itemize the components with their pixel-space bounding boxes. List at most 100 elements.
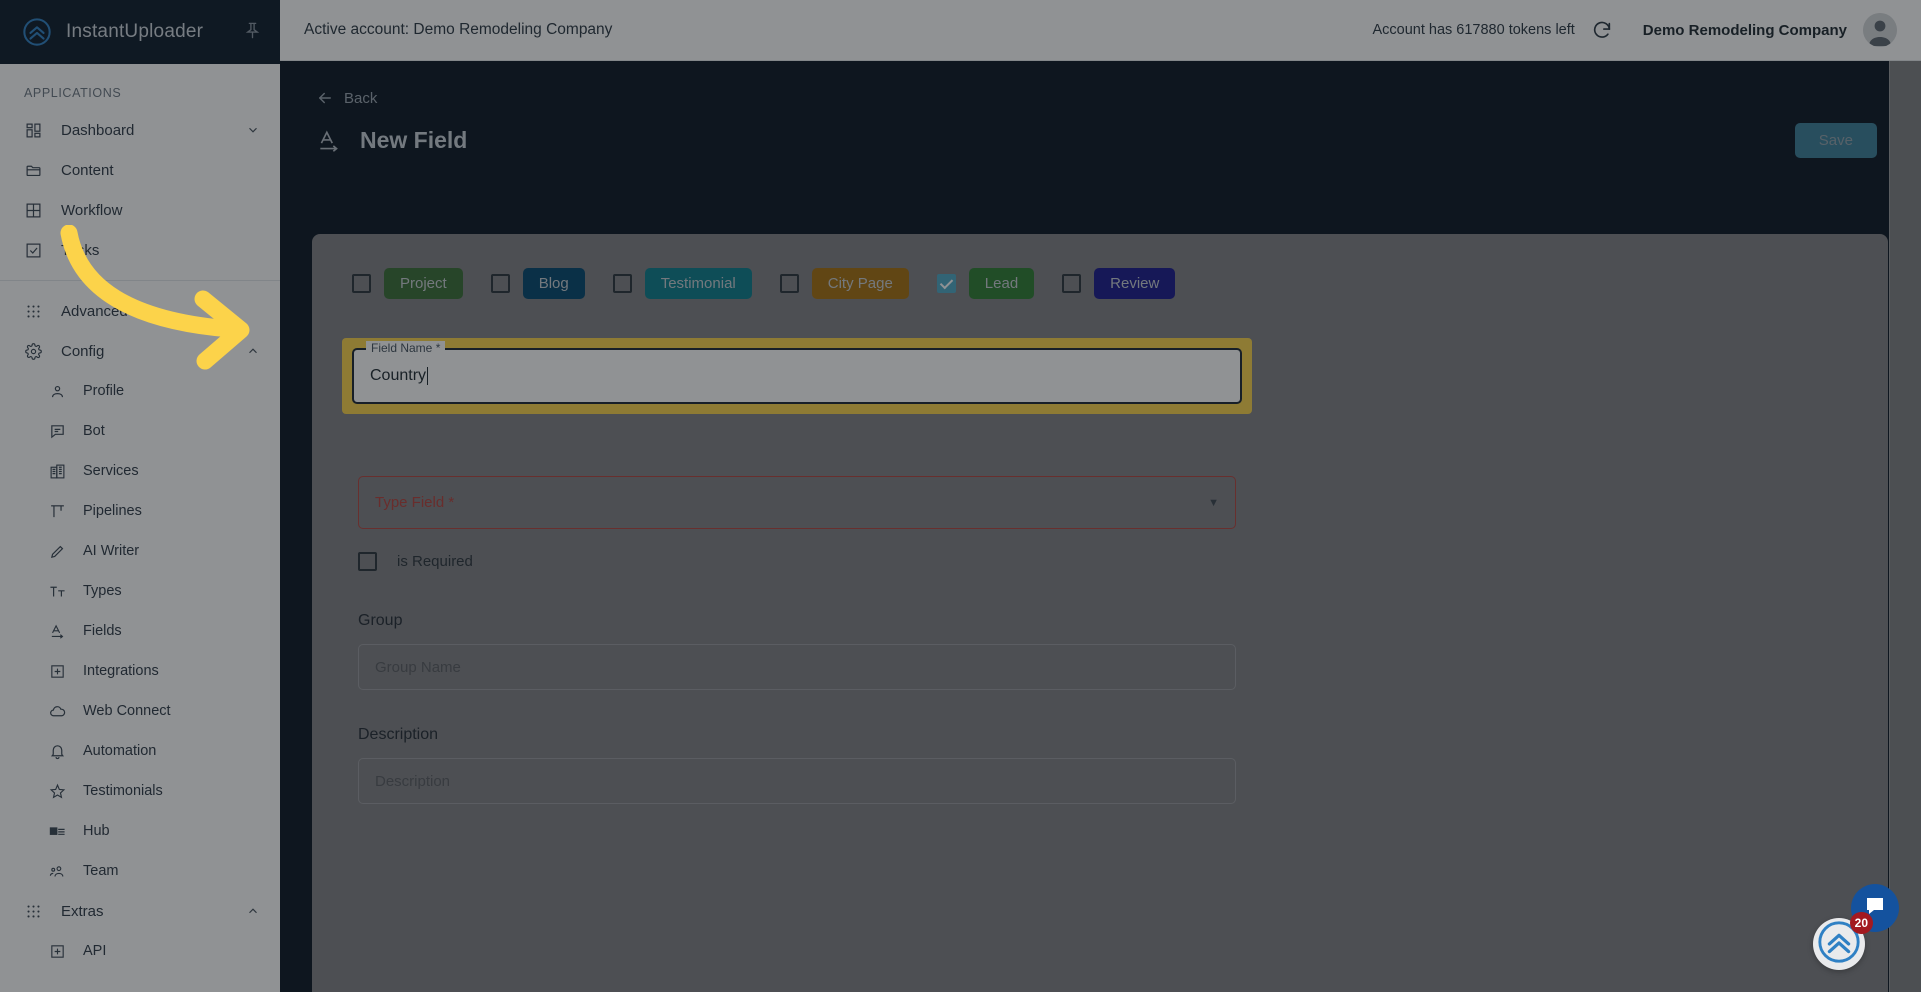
sidebar-item-profile[interactable]: Profile (0, 371, 280, 411)
sidebar-item-testimonials[interactable]: Testimonials (0, 771, 280, 811)
group-name-input[interactable]: Group Name (358, 644, 1236, 690)
is-required-row: is Required (358, 552, 473, 571)
pipeline-icon (48, 502, 67, 521)
active-account-label: Active account: Demo Remodeling Company (304, 21, 613, 38)
text-caret (427, 367, 429, 385)
checkbox-square-icon (24, 241, 43, 260)
sidebar-item-automation[interactable]: Automation (0, 731, 280, 771)
sidebar-item-label: Team (83, 863, 119, 879)
sidebar-item-label: Profile (83, 383, 125, 399)
chevrons-up-circle-icon (22, 17, 52, 47)
tag-lead[interactable]: Lead (968, 268, 1035, 299)
field-a-arrow-icon (48, 622, 67, 641)
sidebar-item-tasks[interactable]: Tasks (0, 230, 280, 270)
field-name-input[interactable]: Field Name * Country (352, 341, 1242, 404)
chevron-up-icon (246, 344, 260, 358)
token-balance: Account has 617880 tokens left (1372, 22, 1575, 38)
sidebar-item-advanced[interactable]: Advanced (0, 291, 280, 331)
sidebar-item-types[interactable]: Types (0, 571, 280, 611)
sidebar-item-web-connect[interactable]: Web Connect (0, 691, 280, 731)
page-title: New Field (360, 127, 468, 153)
bell-icon (48, 742, 67, 761)
tag-group-city-page: City Page (779, 268, 909, 299)
sidebar-item-services[interactable]: Services (0, 451, 280, 491)
app-launcher-badge: 20 (1849, 912, 1873, 934)
field-name-value: Country (370, 367, 427, 384)
type-field-select[interactable]: Type Field * ▼ (358, 476, 1236, 529)
checkbox-testimonial[interactable] (612, 274, 632, 293)
sidebar-item-label: Tasks (61, 241, 100, 259)
sidebar-item-label: AI Writer (83, 543, 140, 559)
avatar[interactable] (1863, 13, 1897, 47)
sidebar-item-api[interactable]: API (0, 931, 280, 971)
sidebar-item-team[interactable]: Team (0, 851, 280, 891)
table-icon (24, 201, 43, 220)
sidebar-item-label: Web Connect (83, 703, 171, 719)
tag-testimonial[interactable]: Testimonial (644, 268, 752, 299)
page-body: Back New Field Save Project Blog Testimo… (280, 61, 1921, 992)
sidebar-item-config[interactable]: Config (0, 331, 280, 371)
field-name-legend: Field Name * (366, 341, 446, 355)
sidebar-item-label: API (83, 943, 107, 959)
field-name-highlight: Field Name * Country (342, 338, 1252, 414)
page-header: Back New Field Save (280, 61, 1921, 158)
sidebar-item-extras[interactable]: Extras (0, 891, 280, 931)
sidebar-item-hub[interactable]: Hub (0, 811, 280, 851)
sidebar-divider (0, 280, 280, 281)
tag-blog[interactable]: Blog (522, 268, 585, 299)
dashboard-grid-icon (24, 121, 43, 140)
content-type-tag-row: Project Blog Testimonial City Page Lead … (352, 268, 1848, 299)
save-button[interactable]: Save (1794, 123, 1877, 158)
pin-icon[interactable] (243, 21, 262, 44)
sidebar-nav: APPLICATIONS Dashboard Content Workflow … (0, 64, 280, 992)
checkbox-lead[interactable] (936, 274, 956, 293)
tag-group-project: Project (352, 268, 463, 299)
plus-square-icon (48, 942, 67, 961)
page-scroll-gutter[interactable] (1889, 61, 1921, 992)
cloud-icon (48, 702, 67, 721)
apps-dots-icon (24, 902, 43, 921)
chevron-down-icon (246, 123, 260, 137)
sidebar-item-content[interactable]: Content (0, 150, 280, 190)
app-root: InstantUploader APPLICATIONS Dashboard C… (0, 0, 1921, 992)
topbar-right: Account has 617880 tokens left Demo Remo… (1372, 13, 1897, 47)
checkbox-blog[interactable] (490, 274, 510, 293)
sidebar-item-label: Pipelines (83, 503, 142, 519)
sidebar-item-label: Integrations (83, 663, 159, 679)
page-title-row: New Field (316, 127, 1885, 154)
building-icon (48, 462, 67, 481)
sidebar-item-fields[interactable]: Fields (0, 611, 280, 651)
sidebar-item-pipelines[interactable]: Pipelines (0, 491, 280, 531)
checkbox-project[interactable] (352, 274, 371, 293)
sidebar-item-dashboard[interactable]: Dashboard (0, 110, 280, 150)
checkbox-review[interactable] (1062, 274, 1082, 293)
tag-group-testimonial: Testimonial (612, 268, 752, 299)
person-icon (48, 382, 67, 401)
account-name[interactable]: Demo Remodeling Company (1643, 22, 1847, 39)
back-button[interactable]: Back (316, 89, 377, 107)
sidebar-item-integrations[interactable]: Integrations (0, 651, 280, 691)
sidebar-item-label: Workflow (61, 201, 123, 219)
arrow-left-icon (316, 89, 334, 107)
plus-square-icon (48, 662, 67, 681)
tag-review[interactable]: Review (1094, 268, 1176, 299)
sidebar-item-bot[interactable]: Bot (0, 411, 280, 451)
checkbox-is-required[interactable] (358, 552, 377, 571)
sidebar-item-label: Extras (61, 902, 104, 920)
field-a-arrow-icon (316, 128, 342, 154)
sidebar-item-workflow[interactable]: Workflow (0, 190, 280, 230)
checkbox-city-page[interactable] (779, 274, 799, 293)
tag-project[interactable]: Project (384, 268, 463, 299)
sidebar-item-label: Advanced (61, 302, 128, 320)
people-icon (48, 862, 67, 881)
text-format-icon (48, 582, 67, 601)
tag-city-page[interactable]: City Page (811, 268, 909, 299)
description-input[interactable]: Description (358, 758, 1236, 804)
topbar: Active account: Demo Remodeling Company … (280, 0, 1921, 61)
chat-box-icon (48, 422, 67, 441)
apps-dots-icon (24, 302, 43, 321)
sidebar-item-label: Services (83, 463, 139, 479)
refresh-icon[interactable] (1591, 19, 1613, 41)
sidebar-item-ai-writer[interactable]: AI Writer (0, 531, 280, 571)
type-field-label: Type Field * (375, 494, 455, 511)
